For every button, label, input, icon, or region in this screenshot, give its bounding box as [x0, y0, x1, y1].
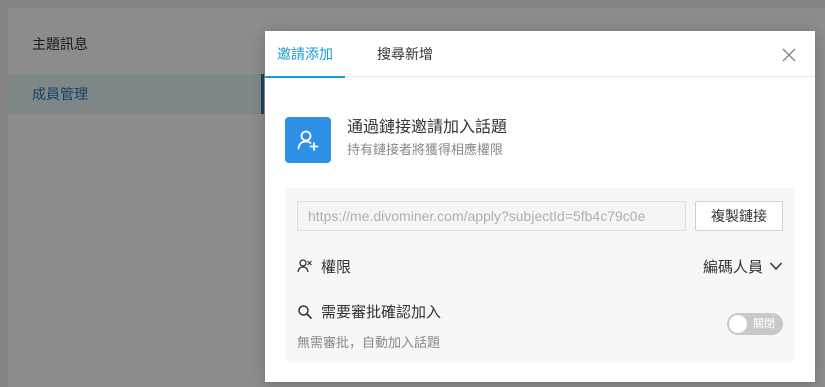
chevron-down-icon: [769, 262, 783, 271]
invite-link-field[interactable]: https://me.divominer.com/apply?subjectId…: [297, 201, 686, 231]
invite-title: 通過鏈接邀請加入話題: [347, 119, 508, 136]
toggle-status: 關閉: [753, 318, 775, 330]
role-value: 編碼人員: [702, 258, 763, 276]
add-user-icon: [285, 117, 331, 163]
permission-row: 權限 編碼人員: [297, 254, 783, 278]
tab-invite[interactable]: 邀請添加: [265, 31, 345, 78]
invite-panel: https://me.divominer.com/apply?subjectId…: [285, 188, 795, 362]
permission-label-group: 權限: [297, 256, 351, 277]
toggle-knob: [729, 315, 747, 333]
approval-row: 需要審批確認加入: [297, 301, 441, 322]
permission-label: 權限: [321, 258, 352, 276]
role-select[interactable]: 編碼人員: [703, 256, 783, 277]
invite-header: 通過鏈接邀請加入話題 持有鏈接者將獲得相應權限: [285, 117, 507, 163]
approval-label: 需要審批確認加入: [321, 304, 442, 321]
permission-icon: [297, 259, 312, 273]
close-icon[interactable]: [781, 47, 797, 63]
copy-link-button[interactable]: 複製鏈接: [695, 201, 783, 231]
search-icon: [298, 304, 312, 319]
modal-tabs: 邀請添加 搜尋新增: [265, 31, 815, 78]
approval-toggle[interactable]: 關閉: [727, 313, 783, 335]
tab-search-add[interactable]: 搜尋新增: [365, 31, 445, 77]
invite-modal: 邀請添加 搜尋新增 通過鏈接邀請加入話題 持有鏈接者將獲得相應權限 https:…: [265, 31, 815, 382]
invite-subtitle: 持有鏈接者將獲得相應權限: [347, 142, 504, 157]
approval-description: 無需審批，自動加入話題: [297, 335, 441, 350]
